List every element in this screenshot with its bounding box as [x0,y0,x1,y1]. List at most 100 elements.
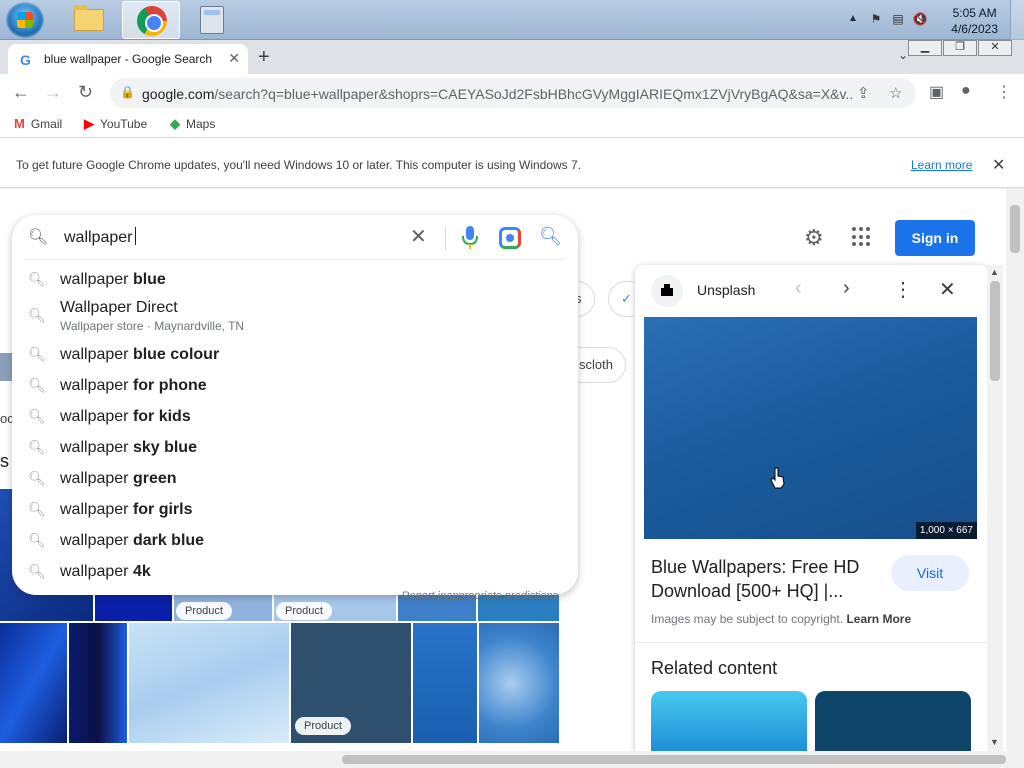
result-image[interactable]: Product [274,594,396,621]
suggestion-item[interactable]: 🔍︎ wallpaper for phone [12,371,578,402]
suggestion-item[interactable]: 🔍︎ wallpaper blue [12,265,578,296]
suggestion-item[interactable]: 🔍︎ wallpaper blue colour [12,340,578,371]
forward-icon[interactable]: → [44,82,62,103]
chrome-tab-strip: G blue wallpaper - Google Search ✕ + ⌄ ▁… [0,40,1024,74]
side-panel-icon[interactable]: ▣ [929,82,944,102]
search-divider [445,227,446,251]
unsplash-logo-icon[interactable] [651,275,683,307]
preview-title[interactable]: Blue Wallpapers: Free HD Download [500+ … [651,555,891,603]
suggestion-text: Wallpaper Direct [60,299,178,316]
related-thumbnail[interactable] [815,691,971,751]
taskbar-explorer-button[interactable] [60,1,118,39]
suggestion-text: wallpaper for girls [60,501,193,518]
google-favicon-icon: G [20,52,31,68]
bookmark-maps[interactable]: ◆ Maps [170,116,215,132]
page-vertical-scrollbar[interactable] [1006,189,1024,751]
result-image[interactable] [413,623,477,743]
bookmark-youtube[interactable]: ▶ YouTube [84,116,147,132]
search-input[interactable]: wallpaper [64,227,136,247]
update-infobar: To get future Google Chrome updates, you… [0,144,1024,188]
image-preview-panel: Unsplash ‹ › ⋮ ✕ 1,000 × 667 Blue Wallpa… [635,265,988,751]
reload-icon[interactable]: ↻ [78,82,93,103]
tray-expand-icon[interactable]: ▲ [848,13,858,24]
minimize-button[interactable]: ▁ [908,40,942,56]
panel-scrollbar[interactable]: ▲ ▼ [987,265,1003,751]
settings-gear-icon[interactable]: ⚙ [804,225,824,251]
result-image[interactable] [95,594,172,621]
clear-search-icon[interactable]: ✕ [410,224,427,249]
start-button[interactable] [6,2,44,38]
flag-icon[interactable]: ⚑ [868,12,884,28]
scroll-down-icon[interactable]: ▼ [990,737,999,747]
search-results-page: ⚙ Sign in s ✓ scloth oc s Product Produc… [0,189,1006,751]
search-submit-icon[interactable]: 🔍︎ [539,226,562,247]
related-thumbnail[interactable] [651,691,807,751]
report-predictions-link[interactable]: Report inappropriate predictions [401,590,558,602]
suggestion-item[interactable]: 🔍︎ wallpaper dark blue [12,526,578,557]
taskbar-calculator-button[interactable] [184,1,242,39]
next-icon[interactable]: › [843,277,850,300]
bookmark-star-icon[interactable]: ☆ [889,84,902,102]
tab-blue-wallpaper[interactable]: G blue wallpaper - Google Search ✕ [8,44,248,74]
close-tab-icon[interactable]: ✕ [228,50,240,67]
network-icon[interactable]: ▤ [890,12,906,28]
result-image[interactable]: Product [174,594,272,621]
search-icon: 🔍︎ [28,271,46,287]
suggestion-item[interactable]: 🔍︎ wallpaper for girls [12,495,578,526]
suggestion-item-place[interactable]: 🔍︎ Wallpaper Direct Wallpaper store · Ma… [12,297,578,335]
address-bar[interactable]: 🔒 google.com/search?q=blue+wallpaper&sho… [110,78,916,108]
voice-search-icon[interactable] [461,225,479,251]
share-icon[interactable]: ⇪ [857,84,870,102]
previous-icon[interactable]: ‹ [795,277,802,300]
lock-icon[interactable]: 🔒 [120,85,135,99]
horizontal-scrollbar-thumb[interactable] [342,755,1006,764]
page-horizontal-scrollbar[interactable] [0,751,1024,768]
source-name[interactable]: Unsplash [697,282,755,298]
visit-button[interactable]: Visit [891,555,969,591]
scroll-up-icon[interactable]: ▲ [990,267,999,277]
clock-time: 5:05 AM [952,6,997,20]
suggestion-item[interactable]: 🔍︎ wallpaper sky blue [12,433,578,464]
panel-separator [635,642,988,643]
result-image[interactable]: Product [291,623,411,743]
close-infobar-icon[interactable]: ✕ [992,155,1005,175]
close-panel-icon[interactable]: ✕ [939,277,956,302]
panel-scrollbar-thumb[interactable] [990,281,1000,381]
chrome-menu-icon[interactable]: ⋮ [996,82,1012,102]
suggestion-text: wallpaper for kids [60,408,191,425]
url-text[interactable]: google.com/search?q=blue+wallpaper&shopr… [142,86,852,102]
lens-search-icon[interactable] [499,227,521,249]
restore-button[interactable]: ❐ [943,40,977,56]
suggestion-item[interactable]: 🔍︎ wallpaper for kids [12,402,578,433]
taskbar-chrome-button[interactable] [122,1,180,39]
suggestion-item[interactable]: 🔍︎ wallpaper 4k [12,557,578,588]
search-icon: 🔍︎ [28,307,46,323]
result-image[interactable] [479,623,559,743]
search-icon: 🔍︎ [28,346,46,362]
partial-thumbnail[interactable] [0,353,12,381]
learn-more-copyright-link[interactable]: Learn More [846,612,911,626]
taskbar-clock[interactable]: 5:05 AM 4/6/2023 [951,5,998,37]
suggestion-text: wallpaper blue [60,271,166,288]
folder-icon [74,5,104,31]
bookmark-label: Gmail [30,116,63,131]
result-image[interactable] [129,623,289,743]
result-image[interactable] [69,623,127,743]
show-desktop-button[interactable] [1010,0,1024,40]
profile-icon[interactable]: ● [961,82,971,100]
suggestion-item[interactable]: 🔍︎ wallpaper green [12,464,578,495]
new-tab-button[interactable]: + [258,46,270,69]
preview-image[interactable]: 1,000 × 667 [644,317,977,539]
volume-muted-icon[interactable]: 🔇 [912,12,928,28]
google-apps-icon[interactable] [852,227,872,247]
close-window-button[interactable]: ✕ [978,40,1012,56]
bookmark-gmail[interactable]: M Gmail [14,116,62,131]
learn-more-link[interactable]: Learn more [911,158,972,172]
search-icon: 🔍︎ [28,377,46,393]
more-options-icon[interactable]: ⋮ [893,277,913,302]
sign-in-button[interactable]: Sign in [895,220,975,256]
search-icon: 🔍︎ [28,470,46,486]
vertical-scrollbar-thumb[interactable] [1010,205,1020,253]
back-icon[interactable]: ← [12,82,30,103]
result-image[interactable] [0,623,67,743]
